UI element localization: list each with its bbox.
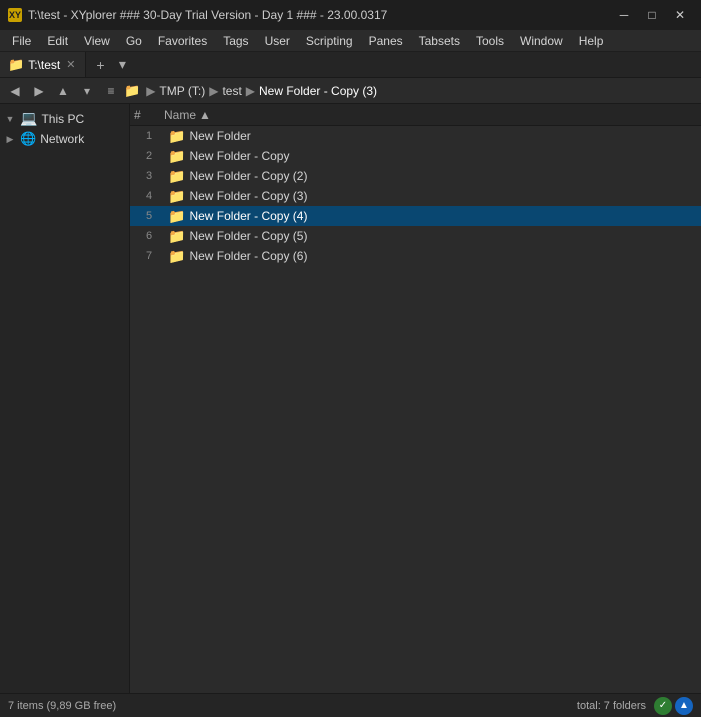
breadcrumb-bar: 📁 ▶ TMP (T:) ▶ test ▶ New Folder - Copy …: [124, 83, 697, 99]
tab-actions: + ▾: [86, 52, 136, 77]
title-bar: XY T:\test - XYplorer ### 30-Day Trial V…: [0, 0, 701, 30]
file-num: 1: [134, 130, 164, 142]
file-folder-icon: 📁: [168, 208, 185, 225]
nav-bar: ◀ ▶ ▲ ▾ ≡ 📁 ▶ TMP (T:) ▶ test ▶ New Fold…: [0, 78, 701, 104]
file-row[interactable]: 5 📁 New Folder - Copy (4): [130, 206, 701, 226]
file-name: New Folder - Copy (5): [189, 229, 307, 243]
tab-close-button[interactable]: ✕: [64, 57, 77, 72]
sidebar: ▼ 💻 This PC ▶ 🌐 Network: [0, 104, 130, 693]
tab-main[interactable]: 📁 T:\test ✕: [0, 52, 86, 77]
app-icon: XY: [8, 8, 22, 22]
pc-icon: 💻: [20, 110, 37, 127]
menu-item-scripting[interactable]: Scripting: [298, 32, 361, 50]
col-name-label: Name: [164, 108, 196, 122]
breadcrumb-sep3: ▶: [246, 84, 255, 98]
sidebar-label-network: Network: [40, 132, 84, 146]
tab-bar: 📁 T:\test ✕ + ▾: [0, 52, 701, 78]
sidebar-item-thispc[interactable]: ▼ 💻 This PC: [0, 108, 129, 129]
menu-item-panes[interactable]: Panes: [361, 32, 411, 50]
back-button[interactable]: ◀: [4, 81, 26, 101]
col-num-label: #: [134, 108, 141, 122]
file-num: 2: [134, 150, 164, 162]
minimize-button[interactable]: ─: [611, 5, 637, 25]
file-row[interactable]: 1 📁 New Folder: [130, 126, 701, 146]
menu-item-view[interactable]: View: [76, 32, 118, 50]
title-bar-controls: ─ □ ✕: [611, 5, 693, 25]
file-name: New Folder - Copy (2): [189, 169, 307, 183]
file-num: 4: [134, 190, 164, 202]
file-row[interactable]: 7 📁 New Folder - Copy (6): [130, 246, 701, 266]
col-header-name[interactable]: Name ▲: [164, 108, 697, 122]
close-button[interactable]: ✕: [667, 5, 693, 25]
file-num: 5: [134, 210, 164, 222]
file-row[interactable]: 3 📁 New Folder - Copy (2): [130, 166, 701, 186]
file-row[interactable]: 4 📁 New Folder - Copy (3): [130, 186, 701, 206]
file-num: 7: [134, 250, 164, 262]
sort-icon: ▲: [199, 108, 211, 122]
col-header-num[interactable]: #: [134, 108, 164, 122]
breadcrumb-current: New Folder - Copy (3): [259, 84, 377, 98]
file-list-header: # Name ▲: [130, 104, 701, 126]
file-rows: 1 📁 New Folder 2 📁 New Folder - Copy 3 📁 New Fol…: [130, 126, 701, 266]
maximize-button[interactable]: □: [639, 5, 665, 25]
file-folder-icon: 📁: [168, 228, 185, 245]
menu-item-favorites[interactable]: Favorites: [150, 32, 215, 50]
menu-item-edit[interactable]: Edit: [39, 32, 76, 50]
breadcrumb-sep1: ▶: [146, 84, 155, 98]
menu-item-tools[interactable]: Tools: [468, 32, 512, 50]
menu-item-go[interactable]: Go: [118, 32, 150, 50]
file-name: New Folder - Copy (6): [189, 249, 307, 263]
sidebar-item-network[interactable]: ▶ 🌐 Network: [0, 129, 129, 149]
tab-label: T:\test: [28, 58, 60, 72]
file-num: 6: [134, 230, 164, 242]
file-name: New Folder - Copy (3): [189, 189, 307, 203]
expand-icon-network: ▶: [4, 133, 16, 145]
menu-item-tabsets[interactable]: Tabsets: [411, 32, 468, 50]
tab-dropdown-button[interactable]: ▾: [112, 55, 132, 75]
title-bar-left: XY T:\test - XYplorer ### 30-Day Trial V…: [8, 8, 387, 22]
file-folder-icon: 📁: [168, 128, 185, 145]
breadcrumb-sep2: ▶: [209, 84, 218, 98]
status-bar: 7 items (9,89 GB free) total: 7 folders …: [0, 693, 701, 717]
network-icon: 🌐: [20, 131, 36, 147]
menu-bar: FileEditViewGoFavoritesTagsUserScripting…: [0, 30, 701, 52]
forward-button[interactable]: ▶: [28, 81, 50, 101]
menu-item-help[interactable]: Help: [571, 32, 612, 50]
main-content: ▼ 💻 This PC ▶ 🌐 Network # Name ▲ 1 📁 New F…: [0, 104, 701, 693]
status-left: 7 items (9,89 GB free): [8, 700, 116, 712]
status-icons: ✓ ▲: [654, 697, 693, 715]
file-name: New Folder - Copy: [189, 149, 289, 163]
file-row[interactable]: 6 📁 New Folder - Copy (5): [130, 226, 701, 246]
up-button[interactable]: ▲: [52, 81, 74, 101]
file-folder-icon: 📁: [168, 248, 185, 265]
breadcrumb-part-tmp[interactable]: TMP (T:): [159, 84, 205, 98]
title-text: T:\test - XYplorer ### 30-Day Trial Vers…: [28, 8, 387, 22]
status-up-icon: ▲: [675, 697, 693, 715]
file-folder-icon: 📁: [168, 188, 185, 205]
status-total: total: 7 folders: [577, 700, 646, 712]
menu-item-user[interactable]: User: [257, 32, 298, 50]
sidebar-label-thispc: This PC: [41, 112, 84, 126]
file-list: # Name ▲ 1 📁 New Folder 2 📁 New Folder - Copy…: [130, 104, 701, 693]
recent-button[interactable]: ▾: [76, 81, 98, 101]
tab-folder-icon: 📁: [8, 57, 24, 73]
menu-item-tags[interactable]: Tags: [215, 32, 256, 50]
file-folder-icon: 📁: [168, 168, 185, 185]
breadcrumb-folder-icon: 📁: [124, 83, 140, 99]
file-row[interactable]: 2 📁 New Folder - Copy: [130, 146, 701, 166]
status-right: total: 7 folders ✓ ▲: [577, 697, 693, 715]
breadcrumb-part-test[interactable]: test: [222, 84, 241, 98]
menu-item-file[interactable]: File: [4, 32, 39, 50]
file-num: 3: [134, 170, 164, 182]
file-name: New Folder - Copy (4): [189, 209, 307, 223]
new-tab-button[interactable]: +: [90, 55, 110, 75]
menu-item-window[interactable]: Window: [512, 32, 571, 50]
file-name: New Folder: [189, 129, 250, 143]
status-check-icon: ✓: [654, 697, 672, 715]
view-toggle-button[interactable]: ≡: [100, 81, 122, 101]
file-folder-icon: 📁: [168, 148, 185, 165]
expand-icon-thispc: ▼: [4, 113, 16, 125]
